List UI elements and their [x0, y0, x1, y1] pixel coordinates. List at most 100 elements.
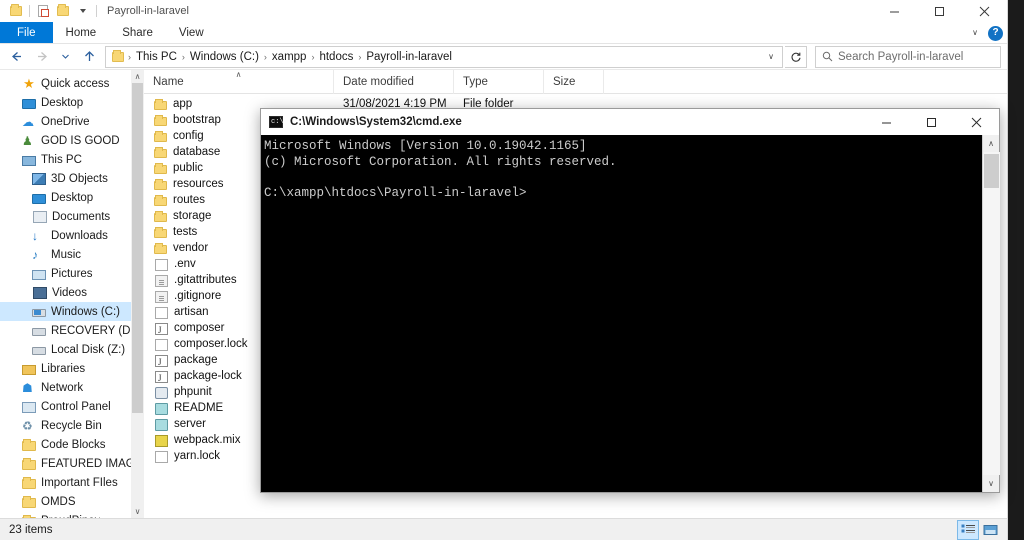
file-name-label: composer.lock: [174, 338, 248, 350]
minimize-button[interactable]: [872, 0, 917, 22]
sidebar-item-desktop[interactable]: Desktop: [0, 93, 144, 112]
sidebar-item-3d-objects[interactable]: 3D Objects: [0, 169, 144, 188]
folder-icon: [22, 438, 36, 451]
sort-ascending-icon: ∧: [235, 69, 242, 79]
column-header-name-label: Name: [153, 75, 184, 88]
cmd-close-button[interactable]: [954, 109, 999, 135]
sidebar-item-label: Music: [51, 248, 82, 261]
sidebar-item-recycle-bin[interactable]: ♻ Recycle Bin: [0, 416, 144, 435]
download-icon: ↓: [32, 228, 38, 243]
tab-share[interactable]: Share: [109, 22, 166, 43]
picture-icon: [32, 269, 46, 280]
tab-home[interactable]: Home: [53, 22, 110, 43]
folder-icon: [154, 195, 167, 206]
search-input[interactable]: Search Payroll-in-laravel: [815, 45, 1001, 68]
breadcrumb-htdocs[interactable]: htdocs: [316, 51, 356, 63]
forward-button[interactable]: [30, 46, 54, 68]
breadcrumb-windows-c[interactable]: Windows (C:): [187, 51, 262, 63]
js-file-icon: [155, 434, 168, 447]
sidebar-item-label: OneDrive: [41, 115, 90, 128]
column-header-name[interactable]: ∧ Name: [144, 69, 334, 94]
sidebar-item-proudpinoy[interactable]: ProudPinoy: [0, 511, 144, 518]
sidebar-item-videos[interactable]: Videos: [0, 283, 144, 302]
address-dropdown-icon[interactable]: ∨: [764, 52, 778, 61]
chevron-down-icon[interactable]: ∨: [967, 25, 983, 41]
window-controls: [872, 0, 1007, 22]
sidebar-item-desktop[interactable]: Desktop: [0, 188, 144, 207]
column-header-date-modified[interactable]: Date modified: [334, 69, 454, 94]
file-name-label: storage: [173, 210, 212, 222]
file-icon: [155, 450, 168, 463]
sidebar-item-important-files[interactable]: Important FIles: [0, 473, 144, 492]
details-view-button[interactable]: [957, 519, 979, 540]
file-name-label: tests: [173, 226, 198, 238]
nav-scroll-track[interactable]: [131, 83, 144, 505]
folder-icon: [154, 243, 167, 254]
new-folder-icon[interactable]: [53, 1, 73, 21]
breadcrumb-this-pc[interactable]: This PC: [133, 51, 180, 63]
sidebar-item-quick-access[interactable]: ★ Quick access: [0, 74, 144, 93]
refresh-button[interactable]: [785, 45, 807, 68]
sidebar-item-featured-image-temp[interactable]: FEATURED IMAGE TEMP: [0, 454, 144, 473]
breadcrumb-xampp[interactable]: xampp: [269, 51, 310, 63]
file-name-label: config: [173, 130, 204, 142]
drive-icon: [32, 347, 46, 355]
sidebar-item-recovery-d[interactable]: RECOVERY (D:): [0, 321, 144, 340]
cmd-scroll-track[interactable]: [982, 152, 1000, 475]
sidebar-item-control-panel[interactable]: Control Panel: [0, 397, 144, 416]
sidebar-item-downloads[interactable]: ↓ Downloads: [0, 226, 144, 245]
cmd-maximize-button[interactable]: [909, 109, 954, 135]
column-header-type[interactable]: Type: [454, 69, 544, 94]
search-placeholder: Search Payroll-in-laravel: [838, 50, 964, 63]
cmd-scroll-down-icon[interactable]: ∨: [983, 475, 1000, 492]
cmd-console-output[interactable]: Microsoft Windows [Version 10.0.19042.11…: [261, 135, 982, 492]
toolbar-divider-2: [96, 5, 97, 17]
nav-scroll-up-icon[interactable]: ∧: [131, 70, 144, 83]
sidebar-item-windows-c[interactable]: Windows (C:): [0, 302, 144, 321]
help-icon[interactable]: ?: [988, 25, 1003, 41]
nav-scroll-thumb[interactable]: [132, 83, 143, 413]
sidebar-item-god-is-good[interactable]: ♟ GOD IS GOOD: [0, 131, 144, 150]
folder-icon[interactable]: [6, 1, 26, 21]
sidebar-item-label: Network: [41, 381, 84, 394]
properties-icon[interactable]: [33, 1, 53, 21]
cmd-scrollbar[interactable]: ∧ ∨: [982, 135, 1000, 492]
tab-view[interactable]: View: [166, 22, 217, 43]
tab-file[interactable]: File: [0, 22, 53, 43]
back-button[interactable]: [4, 46, 28, 68]
file-name-label: server: [174, 418, 206, 430]
explorer-title-bar: Payroll-in-laravel: [0, 0, 1007, 22]
close-button[interactable]: [962, 0, 1007, 22]
column-header-size[interactable]: Size: [544, 69, 604, 94]
sidebar-item-network[interactable]: ☗ Network: [0, 378, 144, 397]
sidebar-item-code-blocks[interactable]: Code Blocks: [0, 435, 144, 454]
sidebar-item-local-disk-z[interactable]: Local Disk (Z:): [0, 340, 144, 359]
network-icon: ☗: [22, 380, 33, 395]
cmd-scroll-thumb[interactable]: [983, 154, 999, 188]
column-headers: ∧ Name Date modified Type Size: [144, 69, 1007, 94]
sidebar-item-documents[interactable]: Documents: [0, 207, 144, 226]
sidebar-item-libraries[interactable]: Libraries: [0, 359, 144, 378]
sidebar-item-label: This PC: [41, 153, 82, 166]
maximize-button[interactable]: [917, 0, 962, 22]
large-icons-view-button[interactable]: [979, 520, 1001, 540]
up-button[interactable]: [77, 46, 101, 68]
file-name-label: yarn.lock: [174, 450, 221, 462]
customize-caret-icon[interactable]: [73, 1, 93, 21]
monitor-icon: [32, 193, 46, 204]
navigation-items: ★ Quick access Desktop ☁ OneDrive ♟ GOD IS GOO…: [0, 74, 144, 518]
sidebar-item-onedrive[interactable]: ☁ OneDrive: [0, 112, 144, 131]
sidebar-item-this-pc[interactable]: This PC: [0, 150, 144, 169]
nav-scroll-down-icon[interactable]: ∨: [131, 505, 144, 518]
sidebar-item-label: OMDS: [41, 495, 76, 508]
address-bar[interactable]: › This PC › Windows (C:) › xampp › htdoc…: [105, 45, 783, 68]
sidebar-item-music[interactable]: ♪ Music: [0, 245, 144, 264]
cmd-minimize-button[interactable]: [864, 109, 909, 135]
sidebar-item-pictures[interactable]: Pictures: [0, 264, 144, 283]
sidebar-item-omds[interactable]: OMDS: [0, 492, 144, 511]
recent-locations-button[interactable]: [56, 46, 75, 68]
navigation-scrollbar[interactable]: ∧ ∨: [131, 70, 144, 518]
cmd-scroll-up-icon[interactable]: ∧: [983, 135, 1000, 152]
breadcrumb-payroll-in-laravel[interactable]: Payroll-in-laravel: [363, 51, 455, 63]
cmd-icon: [269, 116, 284, 129]
